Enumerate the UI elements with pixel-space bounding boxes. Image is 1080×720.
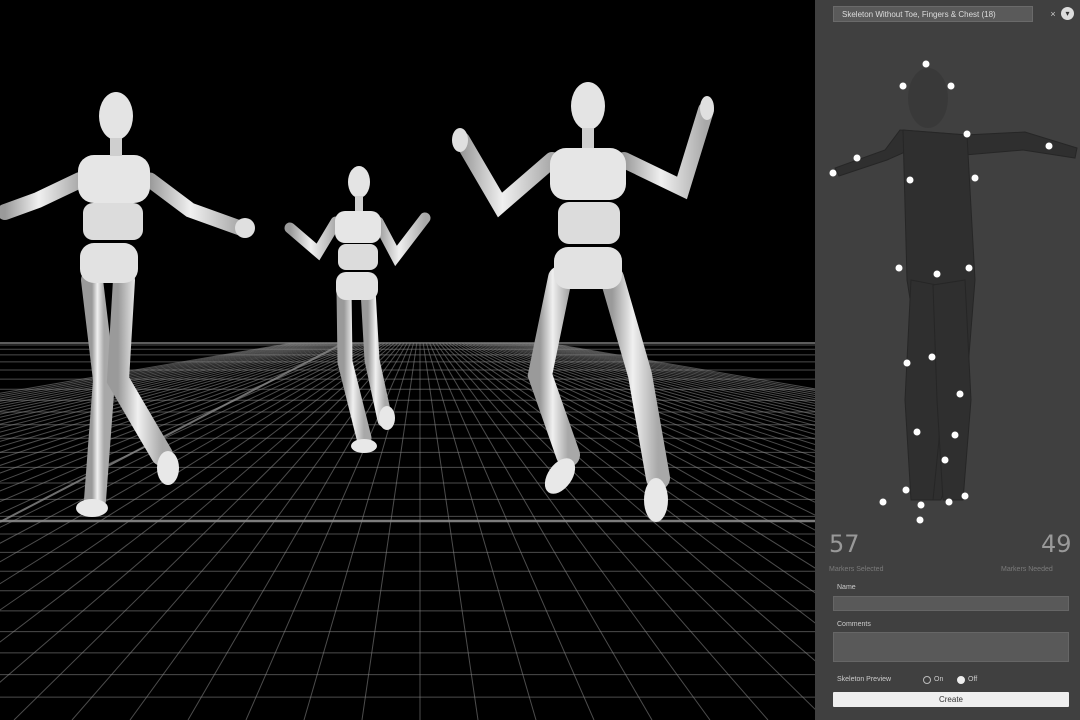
viewport-scene	[0, 82, 815, 720]
chevron-down-icon[interactable]: ▾	[1061, 7, 1074, 20]
markers-needed-count: 49	[1041, 530, 1072, 558]
markers-needed-label: Markers Needed	[1001, 566, 1053, 573]
3d-viewport[interactable]	[0, 0, 815, 720]
comments-field[interactable]	[833, 632, 1069, 662]
close-icon[interactable]: ×	[1047, 8, 1059, 20]
create-button[interactable]: Create	[833, 692, 1069, 707]
skeleton-creation-panel: Skeleton Without Toe, Fingers & Chest (1…	[815, 0, 1080, 720]
skeleton-preset-row: Skeleton Without Toe, Fingers & Chest (1…	[833, 6, 1074, 24]
mannequin-middle	[284, 166, 431, 453]
comments-field-label: Comments	[837, 621, 871, 628]
name-field-label: Name	[837, 584, 856, 591]
skeleton-preview-off-label[interactable]: Off	[968, 676, 977, 683]
markers-selected-count: 57	[829, 530, 860, 558]
skeleton-preset-select[interactable]: Skeleton Without Toe, Fingers & Chest (1…	[833, 6, 1033, 22]
skeleton-preview-label: Skeleton Preview	[837, 676, 892, 683]
skeleton-preview-row: Skeleton Preview On Off	[837, 674, 1077, 688]
skeleton-preview-off-radio[interactable]	[957, 676, 965, 684]
name-field[interactable]	[833, 596, 1069, 611]
skeleton-preview-on-label[interactable]: On	[934, 676, 943, 683]
marker-body-preview	[829, 60, 1078, 524]
markers-selected-label: Markers Selected	[829, 566, 884, 573]
skeleton-preview-on-radio[interactable]	[923, 676, 931, 684]
